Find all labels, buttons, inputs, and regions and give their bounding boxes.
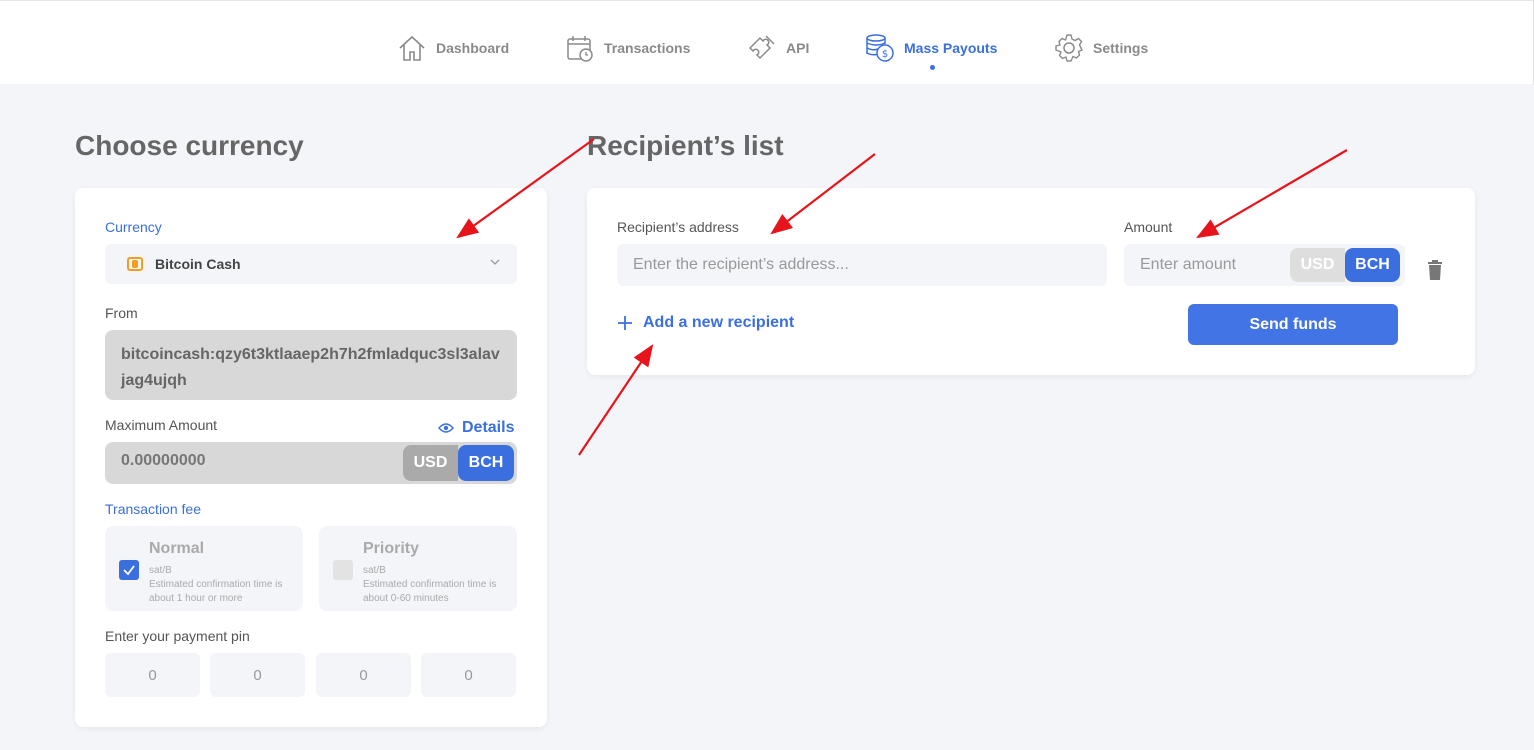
fee-normal-unit: sat/B xyxy=(149,565,172,576)
checkmark-icon xyxy=(123,565,135,576)
recipients-list-heading: Recipient’s list xyxy=(587,130,784,161)
maximum-amount-label: Maximum Amount xyxy=(105,417,218,433)
pin-digit-3[interactable]: 0 xyxy=(316,653,411,697)
recipient-address-label: Recipient’s address xyxy=(617,219,739,235)
max-amount-unit-toggle[interactable]: USD BCH xyxy=(403,445,514,481)
eye-icon xyxy=(438,423,454,433)
fee-option-priority[interactable]: Priority sat/B Estimated confirmation ti… xyxy=(319,526,517,611)
payment-pin-label: Enter your payment pin xyxy=(105,628,250,644)
fee-option-normal[interactable]: Normal sat/B Estimated confirmation time… xyxy=(105,526,303,611)
amount-unit-bch-option[interactable]: BCH xyxy=(1345,248,1400,282)
unit-bch-option[interactable]: BCH xyxy=(458,445,514,481)
send-funds-button[interactable]: Send funds xyxy=(1188,304,1398,345)
add-recipient-label: Add a new recipient xyxy=(643,314,795,331)
calendar-clock-icon xyxy=(564,32,596,64)
home-icon xyxy=(396,32,428,64)
nav-item-dashboard[interactable]: Dashboard xyxy=(396,31,509,65)
active-nav-indicator xyxy=(930,65,935,70)
nav-item-api[interactable]: API xyxy=(746,31,809,65)
chevron-down-icon xyxy=(490,259,500,265)
gear-icon xyxy=(1053,32,1085,64)
currency-select[interactable]: Bitcoin Cash xyxy=(105,244,517,284)
nav-label-settings: Settings xyxy=(1093,40,1149,56)
fee-normal-description: Estimated confirmation time is about 1 h… xyxy=(149,579,283,604)
pin-digit-2[interactable]: 0 xyxy=(210,653,305,697)
nav-label-transactions: Transactions xyxy=(604,40,691,56)
fee-normal-checkbox[interactable] xyxy=(119,560,139,580)
top-navigation-bar: Dashboard Transactions API $ Mass Payout… xyxy=(0,0,1534,85)
fee-priority-unit: sat/B xyxy=(363,565,386,576)
choose-currency-heading: Choose currency xyxy=(75,130,304,161)
fee-normal-title: Normal xyxy=(149,540,205,557)
coins-icon: $ xyxy=(864,32,896,64)
fee-priority-checkbox[interactable] xyxy=(333,560,353,580)
fee-priority-description: Estimated confirmation time is about 0-6… xyxy=(363,579,497,604)
from-label: From xyxy=(105,305,138,321)
nav-label-api: API xyxy=(786,40,810,56)
pin-digit-1[interactable]: 0 xyxy=(105,653,200,697)
add-recipient-button[interactable]: Add a new recipient xyxy=(617,314,794,332)
unit-usd-option[interactable]: USD xyxy=(403,445,458,481)
puzzle-icon xyxy=(746,32,778,64)
amount-unit-usd-option[interactable]: USD xyxy=(1290,248,1345,282)
nav-item-transactions[interactable]: Transactions xyxy=(564,31,690,65)
bitcoin-cash-coin-icon xyxy=(127,257,143,271)
svg-text:$: $ xyxy=(882,49,888,60)
trash-icon[interactable] xyxy=(1426,260,1444,280)
nav-label-mass-payouts: Mass Payouts xyxy=(904,40,998,56)
pin-digit-4[interactable]: 0 xyxy=(421,653,516,697)
fee-priority-title: Priority xyxy=(363,540,420,557)
recipients-card: Recipient’s address Enter the recipient’… xyxy=(587,188,1475,375)
amount-unit-toggle[interactable]: USD BCH xyxy=(1290,248,1400,282)
currency-select-value: Bitcoin Cash xyxy=(155,256,241,272)
nav-item-settings[interactable]: Settings xyxy=(1053,31,1148,65)
main-nav: Dashboard Transactions API $ Mass Payout… xyxy=(0,1,1534,85)
nav-item-mass-payouts[interactable]: $ Mass Payouts xyxy=(864,31,997,65)
nav-label-dashboard: Dashboard xyxy=(436,40,510,56)
transaction-fee-label: Transaction fee xyxy=(105,501,201,517)
recipient-address-input[interactable]: Enter the recipient’s address... xyxy=(617,244,1107,286)
currency-label: Currency xyxy=(105,219,162,235)
details-label: Details xyxy=(462,419,515,436)
amount-label: Amount xyxy=(1124,219,1173,235)
from-address-field: bitcoincash:qzy6t3ktlaaep2h7h2fmladquc3s… xyxy=(105,330,517,400)
details-link[interactable]: Details xyxy=(438,419,514,437)
plus-icon xyxy=(618,316,632,330)
maximum-amount-value: 0.00000000 xyxy=(121,452,206,469)
currency-card: Currency Bitcoin Cash From bitcoincash:q… xyxy=(75,188,547,727)
